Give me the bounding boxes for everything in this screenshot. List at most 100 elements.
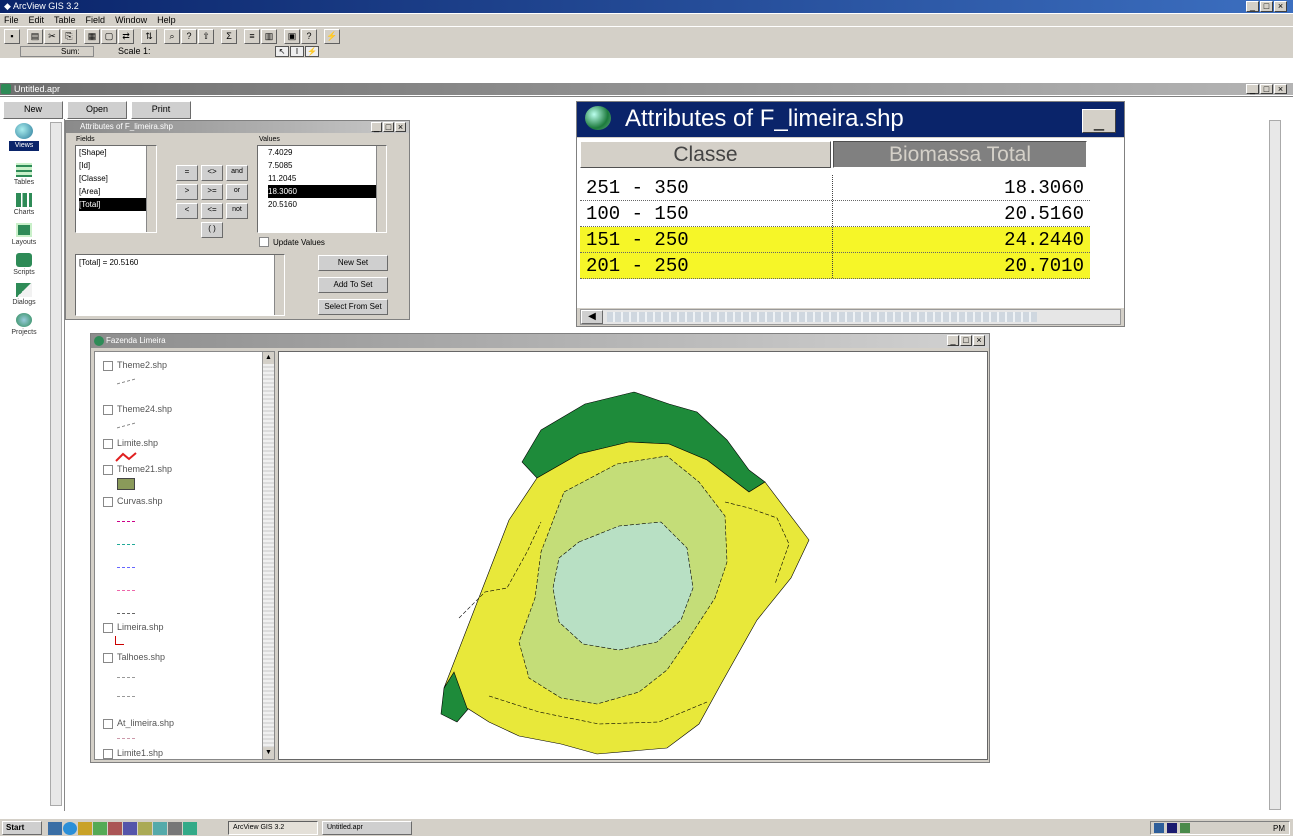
view-close-icon[interactable]: × bbox=[973, 335, 985, 346]
map-canvas[interactable] bbox=[278, 351, 988, 760]
maximize-icon[interactable]: □ bbox=[1260, 1, 1273, 12]
field-item[interactable]: [Area] bbox=[79, 185, 156, 198]
field-item[interactable]: [Shape] bbox=[79, 146, 156, 159]
print-button[interactable]: Print bbox=[131, 101, 191, 119]
project-maximize-icon[interactable]: □ bbox=[1260, 84, 1273, 94]
operator-button[interactable]: not bbox=[226, 203, 248, 219]
select-none-icon[interactable]: ▢ bbox=[101, 28, 117, 44]
field-item[interactable]: [Total] bbox=[79, 198, 156, 211]
table-row[interactable]: 100 - 150 20.5160 bbox=[580, 201, 1090, 227]
value-item[interactable]: 7.5085 bbox=[268, 159, 386, 172]
value-item[interactable]: 20.5160 bbox=[268, 198, 386, 211]
browser-icon[interactable] bbox=[63, 822, 77, 835]
operator-button[interactable]: < bbox=[176, 203, 198, 219]
update-values-checkbox[interactable]: Update Values bbox=[259, 237, 325, 247]
operator-button[interactable]: > bbox=[176, 184, 198, 200]
menu-help[interactable]: Help bbox=[157, 14, 176, 26]
tray-icon[interactable] bbox=[1180, 823, 1190, 833]
app-icon[interactable] bbox=[138, 822, 152, 835]
legend-item-theme21[interactable]: Theme21.shp bbox=[103, 464, 172, 490]
project-close-icon[interactable]: × bbox=[1274, 84, 1287, 94]
hotlink-icon[interactable]: ⚡ bbox=[324, 28, 340, 44]
right-scrollbar[interactable] bbox=[1269, 120, 1281, 810]
open-button[interactable]: Open bbox=[67, 101, 127, 119]
scroll-up-icon[interactable]: ▲ bbox=[263, 352, 274, 364]
scroll-track[interactable] bbox=[607, 312, 1037, 322]
operator-button[interactable]: and bbox=[226, 165, 248, 181]
value-item[interactable]: 18.3060 bbox=[268, 185, 386, 198]
start-button[interactable]: Start bbox=[2, 821, 42, 835]
mail-icon[interactable] bbox=[78, 822, 92, 835]
app-icon[interactable] bbox=[108, 822, 122, 835]
add-table-icon[interactable]: ▤ bbox=[27, 28, 43, 44]
copy-icon[interactable]: ⎘ bbox=[61, 28, 77, 44]
app-icon[interactable] bbox=[183, 822, 197, 835]
tray-icon[interactable] bbox=[1167, 823, 1177, 833]
save-icon[interactable]: ▪ bbox=[4, 28, 20, 44]
app-icon[interactable] bbox=[153, 822, 167, 835]
attributes-hscrollbar[interactable]: ◀ bbox=[580, 309, 1121, 325]
scroll-left-icon[interactable]: ◀ bbox=[581, 310, 603, 324]
find-icon[interactable]: ⌕ bbox=[164, 28, 180, 44]
toc-scrollbar[interactable]: ▲ ▼ bbox=[262, 352, 274, 759]
query-close-icon[interactable]: × bbox=[395, 122, 406, 132]
app-icon[interactable] bbox=[93, 822, 107, 835]
help-icon[interactable]: ? bbox=[301, 28, 317, 44]
table-row-selected[interactable]: 201 - 250 20.7010 bbox=[580, 253, 1090, 279]
fields-list[interactable]: [Shape] [Id] [Classe] [Area] [Total] bbox=[75, 145, 157, 233]
menu-field[interactable]: Field bbox=[86, 14, 106, 26]
field-item[interactable]: [Id] bbox=[79, 159, 156, 172]
legend-item-talhoes[interactable]: Talhoes.shp bbox=[103, 652, 165, 697]
tray-icon[interactable] bbox=[1154, 823, 1164, 833]
table-row-selected[interactable]: 151 - 250 24.2440 bbox=[580, 227, 1090, 253]
promote-icon[interactable]: ⇧ bbox=[198, 28, 214, 44]
column-header-classe[interactable]: Classe bbox=[580, 141, 831, 168]
menu-file[interactable]: File bbox=[4, 14, 19, 26]
operator-button[interactable]: or bbox=[226, 184, 248, 200]
value-item[interactable]: 11.2045 bbox=[268, 172, 386, 185]
legend-item-curvas[interactable]: Curvas.shp bbox=[103, 496, 163, 614]
fields-scrollbar[interactable] bbox=[146, 146, 156, 232]
query-minimize-icon[interactable]: _ bbox=[371, 122, 382, 132]
project-minimize-icon[interactable]: _ bbox=[1246, 84, 1259, 94]
close-icon[interactable]: × bbox=[1274, 1, 1287, 12]
app-icon[interactable] bbox=[168, 822, 182, 835]
menu-window[interactable]: Window bbox=[115, 14, 147, 26]
select-from-set-button[interactable]: Select From Set bbox=[318, 299, 388, 315]
summarize-icon[interactable]: ≡ bbox=[244, 28, 260, 44]
project-scrollbar[interactable] bbox=[50, 122, 62, 806]
scroll-down-icon[interactable]: ▼ bbox=[263, 747, 274, 759]
menu-table[interactable]: Table bbox=[54, 14, 76, 26]
view-maximize-icon[interactable]: □ bbox=[960, 335, 972, 346]
select-tool-icon[interactable]: ↖ bbox=[275, 46, 289, 57]
values-list[interactable]: 7.4029 7.5085 11.2045 18.3060 20.5160 bbox=[257, 145, 387, 233]
app-icon[interactable] bbox=[123, 822, 137, 835]
legend-item-limeira[interactable]: Limeira.shp bbox=[103, 622, 164, 645]
query-expression-input[interactable]: [Total] = 20.5160 bbox=[75, 254, 285, 316]
operator-button[interactable]: ( ) bbox=[201, 222, 223, 238]
expression-scrollbar[interactable] bbox=[274, 255, 284, 315]
legend-item-theme24[interactable]: Theme24.shp bbox=[103, 404, 172, 429]
minimize-icon[interactable]: _ bbox=[1246, 1, 1259, 12]
field-item[interactable]: [Classe] bbox=[79, 172, 156, 185]
sort-icon[interactable]: ⇅ bbox=[141, 28, 157, 44]
legend-item-limite1[interactable]: Limite1.shp bbox=[103, 748, 163, 759]
new-set-button[interactable]: New Set bbox=[318, 255, 388, 271]
column-header-biomassa-total[interactable]: Biomassa Total bbox=[833, 141, 1087, 168]
legend-item-at-limeira[interactable]: At_limeira.shp bbox=[103, 718, 174, 739]
taskbar-item-arcview[interactable]: ArcView GIS 3.2 bbox=[228, 821, 318, 835]
attributes-minimize-icon[interactable]: _ bbox=[1082, 109, 1116, 133]
query-icon[interactable]: ? bbox=[181, 28, 197, 44]
layout-icon[interactable]: ▣ bbox=[284, 28, 300, 44]
table-row[interactable]: 251 - 350 18.3060 bbox=[580, 175, 1090, 201]
operator-button[interactable]: = bbox=[176, 165, 198, 181]
operator-button[interactable]: >= bbox=[201, 184, 223, 200]
hyperlink-tool-icon[interactable]: ⚡ bbox=[305, 46, 319, 57]
operator-button[interactable]: <> bbox=[201, 165, 223, 181]
add-to-set-button[interactable]: Add To Set bbox=[318, 277, 388, 293]
legend-item-theme2[interactable]: Theme2.shp bbox=[103, 360, 167, 385]
menu-edit[interactable]: Edit bbox=[29, 14, 45, 26]
switch-selection-icon[interactable]: ⇄ bbox=[118, 28, 134, 44]
value-item[interactable]: 7.4029 bbox=[268, 146, 386, 159]
query-maximize-icon[interactable]: □ bbox=[383, 122, 394, 132]
